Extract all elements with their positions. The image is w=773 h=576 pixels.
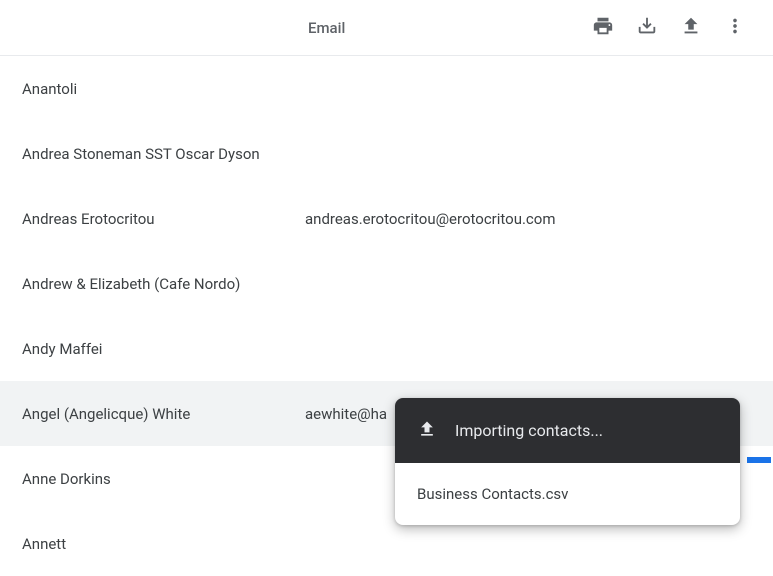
more-vert-icon: [724, 15, 746, 40]
contact-row[interactable]: Anantoli: [0, 56, 773, 121]
contact-row[interactable]: Andy Maffei: [0, 316, 773, 381]
contact-name: Annett: [22, 535, 305, 553]
upload-icon: [417, 419, 437, 443]
contact-row[interactable]: Andreas Erotocritou andreas.erotocritou@…: [0, 186, 773, 251]
contact-email: andreas.erotocritou@erotocritou.com: [305, 210, 773, 228]
toast-header: Importing contacts...: [395, 398, 740, 463]
download-icon: [636, 15, 658, 40]
contact-name: Anne Dorkins: [22, 470, 305, 488]
toast-title: Importing contacts...: [455, 421, 603, 440]
contact-name: Andrea Stoneman SST Oscar Dyson: [22, 145, 305, 163]
import-progress-indicator: [747, 457, 771, 463]
export-button[interactable]: [627, 8, 667, 48]
toolbar: Email: [0, 0, 773, 56]
toast-filename: Business Contacts.csv: [417, 485, 568, 503]
print-button[interactable]: [583, 8, 623, 48]
contact-name: Andrew & Elizabeth (Cafe Nordo): [22, 275, 305, 293]
more-button[interactable]: [715, 8, 755, 48]
import-toast: Importing contacts... Business Contacts.…: [395, 398, 740, 525]
contact-row[interactable]: Andrea Stoneman SST Oscar Dyson: [0, 121, 773, 186]
contact-name: Andreas Erotocritou: [22, 210, 305, 228]
print-icon: [592, 15, 614, 40]
contact-row[interactable]: Andrew & Elizabeth (Cafe Nordo): [0, 251, 773, 316]
contact-name: Anantoli: [22, 80, 305, 98]
toast-body: Business Contacts.csv: [395, 463, 740, 525]
column-header-email: Email: [308, 19, 345, 37]
contact-name: Angel (Angelicque) White: [22, 405, 305, 423]
upload-icon: [680, 15, 702, 40]
import-button[interactable]: [671, 8, 711, 48]
contact-name: Andy Maffei: [22, 340, 305, 358]
